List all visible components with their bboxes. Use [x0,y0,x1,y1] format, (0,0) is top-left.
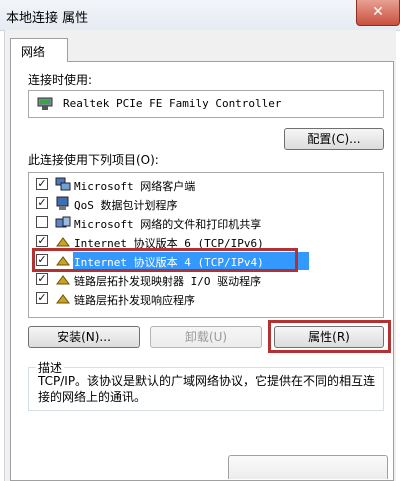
items-list: ✓ Microsoft 网络客户端 ✓ QoS 数据包计划程序 Microsof… [28,172,384,318]
item-checkbox[interactable]: ✓ [36,235,48,247]
adapter-field: Realtek PCIe FE Family Controller [28,90,384,118]
close-button[interactable]: ✕ [356,0,400,26]
install-button[interactable]: 安装(N)... [28,326,140,348]
list-item[interactable]: ✓ 链路层拓扑发现映射器 I/O 驱动程序 [29,271,383,289]
list-item[interactable]: ✓ QoS 数据包计划程序 [29,195,383,213]
item-label: 链路层拓扑发现映射器 I/O 驱动程序 [74,275,262,288]
tab-network-label: 网络 [21,45,46,59]
network-adapter-icon [37,97,53,110]
item-checkbox[interactable]: ✓ [36,273,48,285]
description-text: TCP/IP。该协议是默认的广域网络协议，它提供在不同的相互连接的网络上的通讯。 [38,374,376,404]
protocol-icon [56,237,70,247]
item-label: Microsoft 网络客户端 [74,180,196,193]
item-label: 链路层拓扑发现响应程序 [74,294,195,307]
protocol-icon [56,294,70,304]
qos-scheduler-icon [56,196,69,210]
protocol-icon [56,275,70,285]
items-section-label: 此连接使用下列项目(O): [28,153,159,167]
connect-using-label: 连接时使用: [28,73,93,87]
adapter-name: Realtek PCIe FE Family Controller [63,97,282,110]
annotation-highlight-properties [268,320,391,353]
configure-button[interactable]: 配置(C)... [284,128,384,150]
uninstall-button[interactable]: 卸载(U) [150,326,262,348]
item-checkbox[interactable]: ✓ [36,178,48,190]
window-title: 本地连接 属性 [6,11,89,26]
close-icon: ✕ [372,4,384,20]
annotation-highlight-ipv4 [32,248,298,272]
item-label: QoS 数据包计划程序 [74,199,178,212]
title-bar: 本地连接 属性 ✕ [0,0,400,31]
file-printer-sharing-icon [55,216,71,228]
network-client-icon [55,177,71,191]
item-label: Microsoft 网络的文件和打印机共享 [74,218,262,231]
item-checkbox[interactable]: ✓ [36,197,48,209]
list-item[interactable]: ✓ Microsoft 网络客户端 [29,176,383,194]
ok-button-partial[interactable] [228,455,388,479]
item-checkbox[interactable] [36,216,48,228]
list-item[interactable]: ✓ 链路层拓扑发现响应程序 [29,290,383,308]
item-checkbox[interactable]: ✓ [36,292,48,304]
tab-network[interactable]: 网络 [10,38,68,62]
list-item[interactable]: Microsoft 网络的文件和打印机共享 [29,214,383,232]
